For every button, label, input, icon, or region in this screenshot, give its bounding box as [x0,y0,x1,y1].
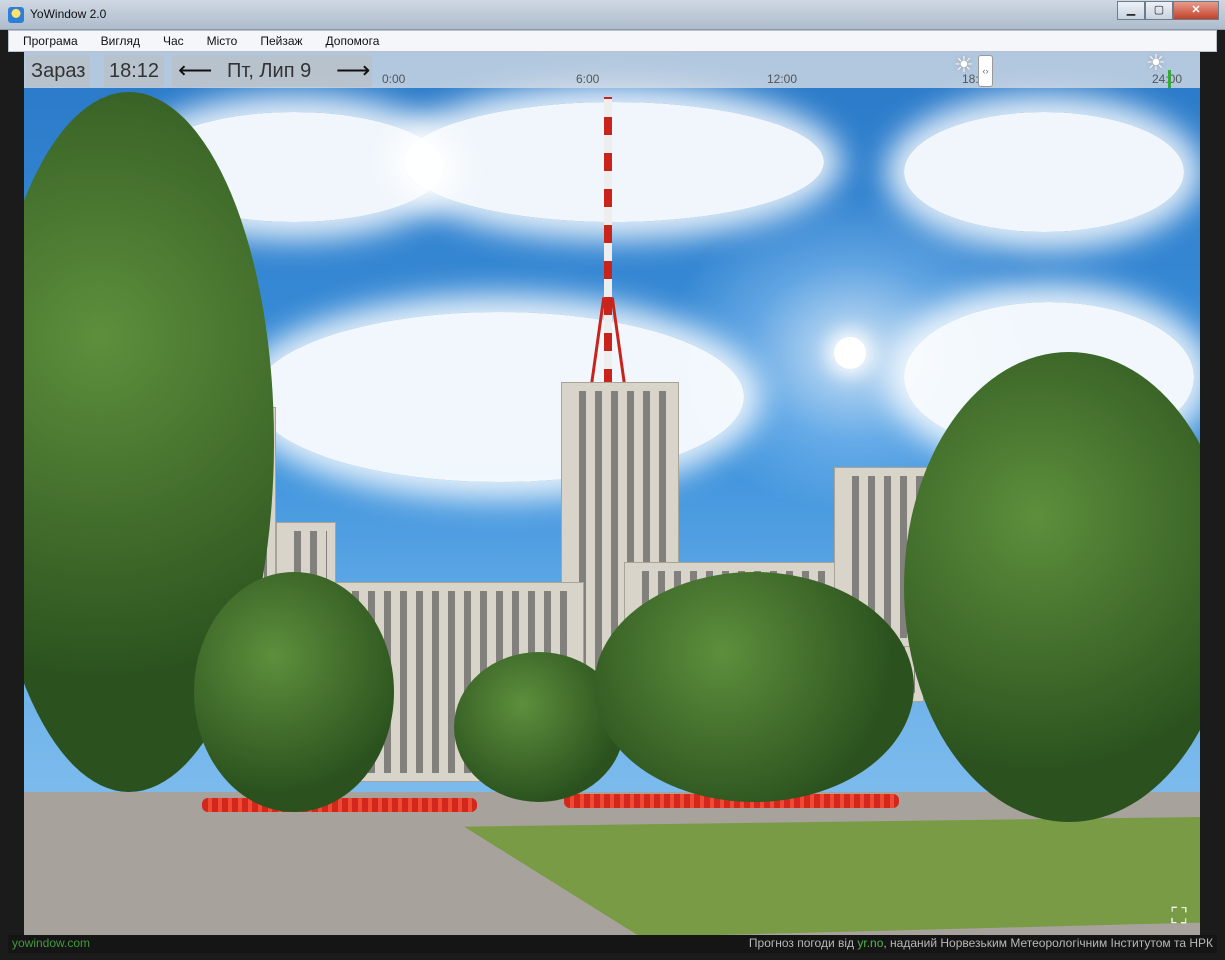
forecast-credit: Прогноз погоди від yr.no, наданий Норвез… [749,936,1213,950]
menu-help[interactable]: Допомога [326,34,380,48]
cloud [404,102,824,222]
sunset-icon: ☀ [954,52,974,77]
time-bar: Зараз 18:12 ⟵ Пт, Лип 9 ⟶ 0:00 6:00 12:0… [24,52,1200,88]
sunrise-icon: ☀ [1146,52,1166,75]
menu-bar: Програма Вигляд Час Місто Пейзаж Допомог… [8,30,1217,52]
time-slider-handle[interactable]: ‹› [978,55,993,87]
minimize-button[interactable]: ▁ [1117,1,1145,20]
flower-bed [202,798,477,812]
time-scale[interactable]: 0:00 6:00 12:00 18:00 24:00 ☀ ☀ [374,52,1200,88]
tick-12: 12:00 [767,72,798,86]
time-marker [1168,70,1171,88]
current-date: Пт, Лип 9 [227,60,312,82]
menu-time[interactable]: Час [163,34,184,48]
status-footer: yowindow.com Прогноз погоди від yr.no, н… [8,935,1217,953]
tick-6: 6:00 [576,72,600,86]
close-button[interactable]: ✕ [1173,1,1219,20]
site-link[interactable]: yowindow.com [12,936,90,950]
window-titlebar[interactable]: YoWindow 2.0 ▁ ▢ ✕ [0,0,1225,30]
next-day-arrow-icon[interactable]: ⟶ [336,55,370,87]
app-icon[interactable] [8,7,24,23]
prev-day-arrow-icon[interactable]: ⟵ [178,55,212,87]
window-title: YoWindow 2.0 [30,7,107,21]
date-navigator: ⟵ Пт, Лип 9 ⟶ [172,55,372,87]
now-button[interactable]: Зараз [26,55,91,87]
menu-program[interactable]: Програма [23,34,78,48]
fullscreen-icon[interactable]: ⛶ [1166,903,1192,929]
menu-city[interactable]: Місто [207,34,238,48]
menu-view[interactable]: Вигляд [101,34,140,48]
menu-landscape[interactable]: Пейзаж [260,34,302,48]
cloud [904,112,1184,232]
maximize-button[interactable]: ▢ [1145,1,1173,20]
credit-prefix: Прогноз погоди від [748,936,858,950]
tree-center-right [594,572,914,802]
tv-tower [604,97,612,387]
credit-suffix: , наданий Норвезьким Метеорологічним Інс… [883,936,1213,950]
current-time: 18:12 [104,55,165,87]
sun [834,337,866,369]
window-controls: ▁ ▢ ✕ [1117,1,1219,20]
weather-scene[interactable]: Зараз 18:12 ⟵ Пт, Лип 9 ⟶ 0:00 6:00 12:0… [24,52,1200,935]
tree-left-mid [194,572,394,812]
yr-link[interactable]: yr.no [857,936,883,950]
tick-0: 0:00 [382,72,406,86]
